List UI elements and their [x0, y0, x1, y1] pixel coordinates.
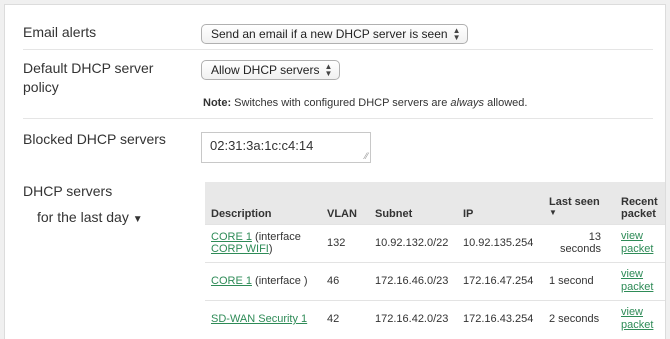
interface-link[interactable]: CORP WIFI	[211, 243, 269, 255]
device-link[interactable]: CORE 1	[211, 275, 252, 287]
view-packet-link-line2: packet	[621, 243, 654, 255]
cell-ip: 10.92.135.254	[457, 223, 543, 262]
email-alerts-select[interactable]: Send an email if a new DHCP server is se…	[201, 24, 469, 44]
view-packet-link[interactable]: view packet	[621, 230, 653, 255]
resize-grip-icon[interactable]: ⁄⁄	[365, 151, 368, 161]
cell-subnet: 10.92.132.0/22	[369, 223, 457, 262]
note-bold: Note:	[203, 97, 232, 109]
cell-description: CORE 1 (interface CORP WIFI)	[205, 223, 321, 262]
col-vlan[interactable]: VLAN	[321, 182, 369, 224]
col-subnet[interactable]: Subnet	[369, 182, 457, 224]
dhcp-servers-label: DHCP servers	[23, 183, 113, 199]
description-text: (interface	[251, 231, 301, 243]
time-range-dropdown[interactable]: for the last day ▼	[37, 209, 143, 225]
view-packet-link[interactable]: view packet	[621, 268, 653, 293]
blocked-servers-label: Blocked DHCP servers	[23, 131, 166, 147]
dhcp-servers-table: Description VLAN Subnet IP Last seen ▼ R…	[205, 182, 665, 338]
email-alerts-label: Email alerts	[23, 24, 97, 40]
col-last-seen-label: Last seen	[549, 195, 600, 208]
view-packet-link-line1: view	[621, 230, 644, 242]
cell-ip: 172.16.47.254	[457, 261, 543, 300]
cell-subnet: 172.16.46.0/23	[369, 261, 457, 300]
view-packet-link-line2: packet	[621, 319, 654, 332]
cell-vlan: 132	[321, 223, 369, 262]
description-text: (interface )	[251, 275, 308, 287]
cell-last-seen: 2 seconds	[543, 299, 615, 338]
note-emphasis: always	[450, 97, 485, 109]
cell-description: CORE 1 (interface )	[205, 261, 321, 300]
cell-vlan: 46	[321, 261, 369, 300]
note-text: Switches with configured DHCP servers ar…	[231, 97, 451, 109]
cell-description: SD-WAN Security 1	[205, 299, 321, 338]
cell-subnet: 172.16.42.0/23	[369, 299, 457, 338]
default-policy-select-value: Allow DHCP servers	[211, 63, 320, 77]
cell-vlan: 42	[321, 299, 369, 338]
col-description[interactable]: Description	[205, 182, 321, 224]
table-row: CORE 1 (interface CORP WIFI) 132 10.92.1…	[205, 223, 665, 262]
time-range-label: for the last day	[37, 209, 129, 225]
col-last-seen[interactable]: Last seen ▼	[543, 182, 615, 224]
table-row: SD-WAN Security 1 42 172.16.42.0/23 172.…	[205, 299, 665, 338]
view-packet-link-line1: view	[621, 268, 644, 280]
dhcp-servers-table-wrap: Description VLAN Subnet IP Last seen ▼ R…	[205, 182, 665, 338]
cell-recent-packet: view packet	[615, 223, 665, 262]
select-arrows-icon: ▲ ▼	[452, 26, 461, 42]
dhcp-settings-panel: Email alerts Send an email if a new DHCP…	[4, 4, 666, 339]
view-packet-link-line2: packet	[621, 281, 654, 293]
col-recent-packet[interactable]: Recent packet	[615, 182, 665, 224]
note-end: allowed.	[484, 97, 528, 109]
table-header-row: Description VLAN Subnet IP Last seen ▼ R…	[205, 182, 665, 224]
select-arrows-icon: ▲ ▼	[324, 62, 333, 78]
col-ip[interactable]: IP	[457, 182, 543, 224]
view-packet-link-line1: view	[621, 306, 644, 319]
default-policy-select[interactable]: Allow DHCP servers ▲ ▼	[201, 60, 341, 80]
device-link[interactable]: SD-WAN Security 1	[211, 313, 307, 325]
cell-last-seen: 1 second	[543, 261, 615, 300]
blocked-servers-textarea[interactable]: 02:31:3a:1c:c4:14 ⁄⁄	[201, 132, 371, 163]
separator	[23, 118, 653, 119]
email-alerts-select-value: Send an email if a new DHCP server is se…	[211, 27, 448, 41]
cell-recent-packet: view packet	[615, 299, 665, 338]
policy-note: Note: Switches with configured DHCP serv…	[203, 97, 527, 109]
sort-desc-icon: ▼	[549, 207, 557, 217]
default-policy-label: Default DHCP server policy	[23, 60, 154, 95]
caret-down-icon: ▼	[132, 214, 143, 225]
cell-recent-packet: view packet	[615, 261, 665, 300]
cell-last-seen: 13 seconds	[543, 223, 615, 262]
table-row: CORE 1 (interface ) 46 172.16.46.0/23 17…	[205, 261, 665, 300]
device-link[interactable]: CORE 1	[211, 231, 252, 243]
description-text-end: )	[268, 243, 273, 255]
view-packet-link[interactable]: view packet	[621, 306, 653, 331]
separator	[23, 49, 653, 50]
cell-ip: 172.16.43.254	[457, 299, 543, 338]
blocked-servers-value: 02:31:3a:1c:c4:14	[210, 138, 314, 153]
